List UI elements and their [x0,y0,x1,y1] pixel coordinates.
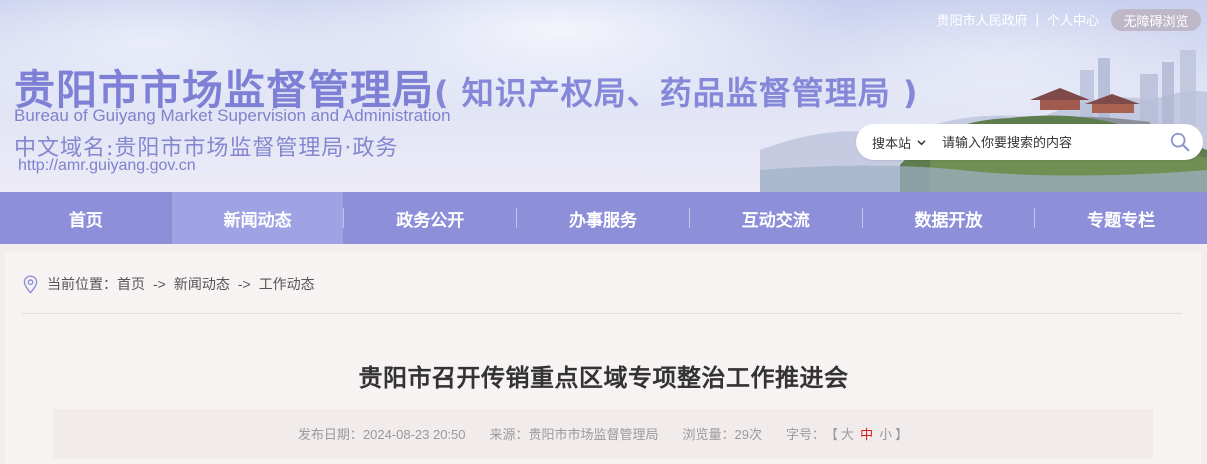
search-scope-select[interactable]: 搜本站 [872,133,926,152]
site-url: http://amr.guiyang.gov.cn [18,157,196,174]
nav-item-gov-affairs[interactable]: 政务公开 [344,192,516,244]
search-scope-label: 搜本站 [872,135,912,151]
breadcrumb: 当前位置： 首页 -> 新闻动态 -> 工作动态 [22,274,315,294]
font-size-large-button[interactable]: 大 [841,424,854,443]
breadcrumb-home[interactable]: 首页 [117,274,145,294]
site-title-english: Bureau of Guiyang Market Supervision and… [14,106,451,125]
location-pin-icon [23,274,38,294]
article-meta: 发布日期：2024-08-23 20:50 来源：贵阳市市场监督管理局 浏览量：… [53,409,1153,458]
nav-item-open-data[interactable]: 数据开放 [863,192,1035,244]
breadcrumb-arrow: -> [237,276,251,292]
view-count: 浏览量：29次 [682,427,763,442]
font-size-control: 字号： 【 大 中 小 】 [786,424,908,443]
top-links-separator: | [1035,12,1039,27]
search-input[interactable] [940,133,1141,151]
personal-center-link[interactable]: 个人中心 [1047,10,1099,29]
breadcrumb-news[interactable]: 新闻动态 [174,274,230,294]
article-title: 贵阳市召开传销重点区域专项整治工作推进会 [358,364,849,392]
site-header: 贵阳市人民政府 | 个人中心 无障碍浏览 贵阳市市场监督管理局( 知识产权局、药… [0,0,1207,192]
search-bar: 搜本站 [856,124,1203,160]
breadcrumb-label: 当前位置： [47,276,117,292]
site-title-sub: ( 知识产权局、药品监督管理局 ) [434,74,919,112]
article-panel: 当前位置： 首页 -> 新闻动态 -> 工作动态 贵阳市召开传销重点区域专项整治… [5,252,1202,464]
top-links: 贵阳市人民政府 | 个人中心 [937,10,1099,29]
breadcrumb-work-news[interactable]: 工作动态 [259,274,315,294]
publish-date: 发布日期：2024-08-23 20:50 [297,427,466,442]
nav-item-news[interactable]: 新闻动态 [171,192,344,244]
article-source: 来源：贵阳市市场监督管理局 [489,427,659,442]
font-size-medium-button[interactable]: 中 [860,424,873,443]
breadcrumb-arrow: -> [153,276,166,292]
search-icon[interactable] [1169,131,1191,153]
gov-link[interactable]: 贵阳市人民政府 [937,10,1028,29]
chevron-down-icon [917,139,926,145]
nav-item-home[interactable]: 首页 [0,192,172,244]
font-size-label: 字号： [786,427,826,442]
nav-item-topics[interactable]: 专题专栏 [1035,192,1207,244]
accessibility-button[interactable]: 无障碍浏览 [1111,9,1201,31]
font-size-bracket-close: 】 [895,427,909,442]
nav-item-services[interactable]: 办事服务 [517,192,689,244]
breadcrumb-divider [22,313,1182,314]
font-size-bracket-open: 【 [825,427,839,442]
main-nav: 首页 新闻动态 政务公开 办事服务 互动交流 数据开放 专题专栏 [0,192,1207,244]
font-size-small-button[interactable]: 小 [879,424,892,443]
nav-item-interaction[interactable]: 互动交流 [690,192,862,244]
